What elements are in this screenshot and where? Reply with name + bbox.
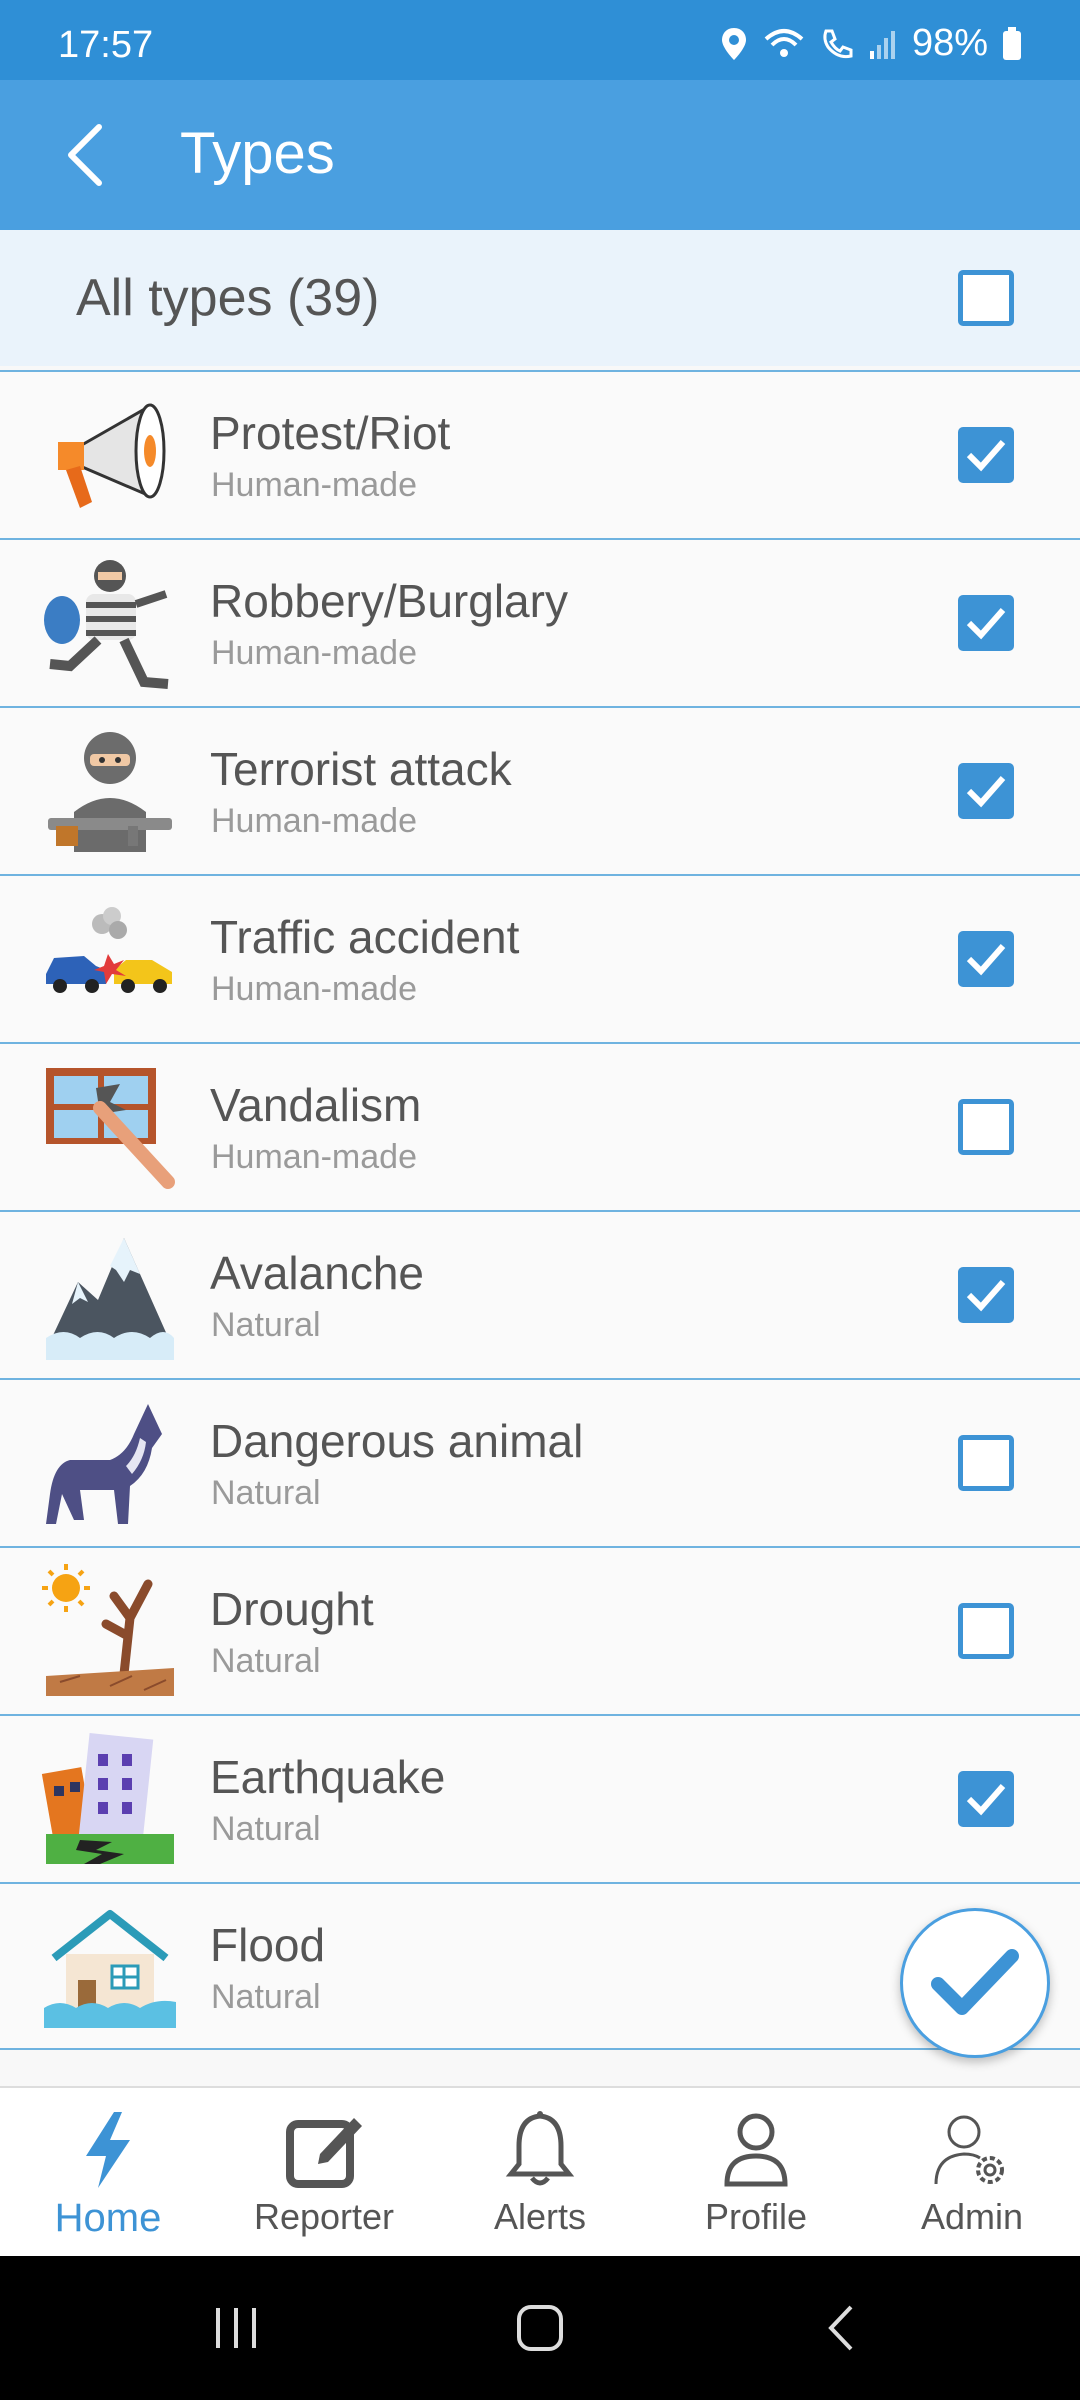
nav-label: Alerts bbox=[493, 2196, 587, 2237]
type-category: Human-made bbox=[211, 466, 417, 504]
type-checkbox[interactable] bbox=[958, 1267, 1014, 1323]
list-item[interactable]: Earthquake Natural bbox=[0, 1714, 1080, 1882]
type-name: Flood bbox=[210, 1919, 326, 1971]
type-category: Natural bbox=[211, 1810, 321, 1848]
mountain-snow-icon bbox=[46, 1238, 174, 1360]
type-category: Natural bbox=[211, 1978, 321, 2016]
types-list: Protest/Riot Human-made Robbery/Burglary… bbox=[0, 370, 1080, 2050]
type-category: Human-made bbox=[211, 970, 417, 1008]
list-item[interactable]: Protest/Riot Human-made bbox=[0, 370, 1080, 538]
earthquake-building-icon bbox=[41, 1732, 174, 1864]
home-system-button[interactable] bbox=[500, 2296, 580, 2360]
back-button[interactable] bbox=[40, 110, 130, 200]
admin-gear-icon bbox=[934, 2115, 1004, 2185]
type-category: Human-made bbox=[211, 802, 417, 840]
nav-reporter[interactable]: Reporter bbox=[216, 2088, 432, 2256]
type-checkbox[interactable] bbox=[958, 763, 1014, 819]
list-item[interactable]: Drought Natural bbox=[0, 1546, 1080, 1714]
bottom-nav: Home Reporter Alerts Profile Admin bbox=[0, 2086, 1080, 2256]
home-square-icon bbox=[517, 2305, 563, 2351]
nav-label: Profile bbox=[704, 2196, 808, 2237]
type-category: Human-made bbox=[211, 634, 417, 672]
type-checkbox[interactable] bbox=[958, 427, 1014, 483]
wolf-icon bbox=[46, 1404, 162, 1524]
type-category: Natural bbox=[211, 1474, 321, 1512]
broken-window-icon bbox=[46, 1068, 175, 1189]
type-name: Avalanche bbox=[210, 1247, 424, 1299]
type-checkbox[interactable] bbox=[958, 1435, 1014, 1491]
type-category: Natural bbox=[211, 1642, 321, 1680]
nav-alerts[interactable]: Alerts bbox=[432, 2088, 648, 2256]
type-name: Earthquake bbox=[210, 1751, 446, 1803]
list-item[interactable]: Terrorist attack Human-made bbox=[0, 706, 1080, 874]
confirm-button[interactable] bbox=[900, 1908, 1050, 2058]
car-crash-icon bbox=[46, 907, 172, 993]
megaphone-icon bbox=[58, 403, 166, 508]
location-icon bbox=[720, 26, 748, 62]
nav-label: Reporter bbox=[253, 2196, 395, 2237]
type-name: Dangerous animal bbox=[210, 1415, 584, 1467]
list-item[interactable]: Traffic accident Human-made bbox=[0, 874, 1080, 1042]
type-name: Drought bbox=[210, 1583, 374, 1635]
status-bar: 17:57 98% bbox=[0, 0, 1080, 80]
check-icon bbox=[931, 1949, 1019, 2015]
all-types-checkbox[interactable] bbox=[958, 270, 1014, 326]
type-category: Natural bbox=[211, 1306, 321, 1344]
terrorist-icon bbox=[48, 732, 172, 852]
all-types-row[interactable]: All types (39) bbox=[0, 230, 1080, 366]
status-icons: 98% bbox=[720, 22, 1022, 65]
system-nav-bar bbox=[0, 2256, 1080, 2400]
type-checkbox[interactable] bbox=[958, 1603, 1014, 1659]
list-item[interactable]: Dangerous animal Natural bbox=[0, 1378, 1080, 1546]
nav-admin[interactable]: Admin bbox=[864, 2088, 1080, 2256]
page-title: Types bbox=[180, 121, 335, 186]
back-arrow-icon bbox=[828, 2305, 853, 2351]
list-item[interactable]: Vandalism Human-made bbox=[0, 1042, 1080, 1210]
type-checkbox[interactable] bbox=[958, 1099, 1014, 1155]
wifi-calling-icon bbox=[762, 27, 806, 61]
nav-profile[interactable]: Profile bbox=[648, 2088, 864, 2256]
app-bar: Types bbox=[0, 80, 1080, 230]
type-checkbox[interactable] bbox=[958, 1771, 1014, 1827]
recent-apps-icon bbox=[216, 2308, 256, 2348]
type-checkbox[interactable] bbox=[958, 595, 1014, 651]
lightning-icon bbox=[86, 2112, 130, 2188]
back-system-button[interactable] bbox=[800, 2296, 880, 2360]
type-name: Protest/Riot bbox=[210, 407, 451, 459]
all-types-label: All types (39) bbox=[76, 269, 380, 327]
type-name: Traffic accident bbox=[210, 911, 520, 963]
type-category: Human-made bbox=[211, 1138, 417, 1176]
nav-label: Admin bbox=[920, 2196, 1024, 2237]
battery-level: 98% bbox=[911, 22, 988, 64]
list-item[interactable]: Robbery/Burglary Human-made bbox=[0, 538, 1080, 706]
nav-home[interactable]: Home bbox=[0, 2088, 216, 2256]
chevron-left-icon bbox=[68, 124, 102, 186]
type-name: Robbery/Burglary bbox=[210, 575, 568, 627]
call-icon bbox=[820, 27, 854, 61]
signal-icon bbox=[868, 29, 898, 59]
list-item[interactable]: Avalanche Natural bbox=[0, 1210, 1080, 1378]
robber-icon bbox=[44, 560, 169, 689]
type-checkbox[interactable] bbox=[958, 931, 1014, 987]
nav-label: Home bbox=[54, 2196, 162, 2240]
battery-icon bbox=[1002, 26, 1022, 61]
bell-icon bbox=[505, 2111, 575, 2186]
edit-icon bbox=[286, 2118, 362, 2188]
recent-apps-button[interactable] bbox=[196, 2296, 276, 2360]
flooded-house-icon bbox=[44, 1910, 176, 2028]
type-name: Vandalism bbox=[210, 1079, 422, 1131]
person-icon bbox=[724, 2113, 788, 2187]
type-name: Terrorist attack bbox=[210, 743, 512, 795]
dead-tree-sun-icon bbox=[42, 1564, 174, 1696]
status-time: 17:57 bbox=[58, 24, 154, 66]
